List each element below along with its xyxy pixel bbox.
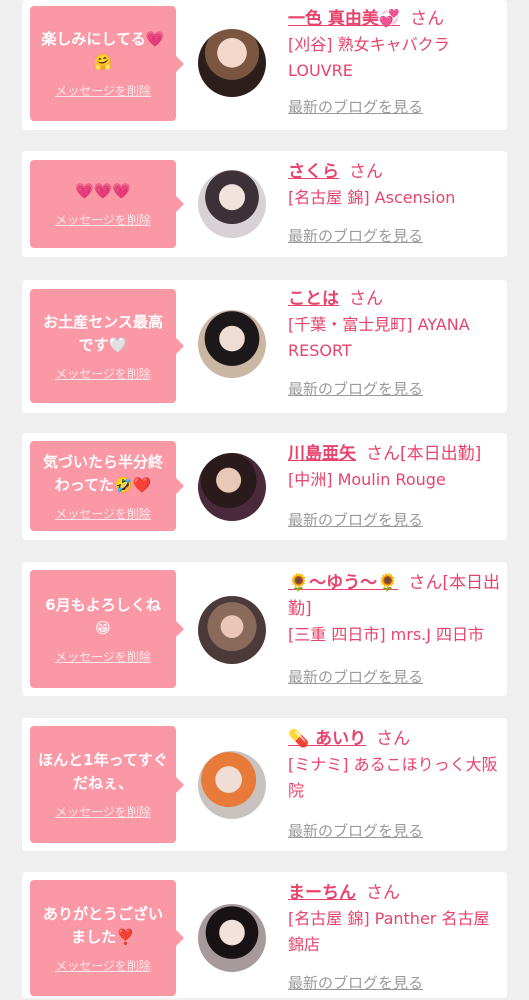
delete-message-link[interactable]: メッセージを削除 bbox=[55, 957, 151, 974]
honorific: さん bbox=[410, 9, 445, 29]
cast-name-link[interactable]: 🌻〜ゆう〜🌻 bbox=[288, 573, 398, 593]
message-bubble: 6月もよろしくね😁 メッセージを削除 bbox=[30, 570, 184, 688]
cast-name-link[interactable]: 一色 真由美💞 bbox=[288, 9, 400, 29]
delete-message-link[interactable]: メッセージを削除 bbox=[55, 82, 151, 99]
message-text: 6月もよろしくね😁 bbox=[45, 595, 161, 637]
shop-name: [三重 四日市] mrs.J 四日市 bbox=[288, 625, 485, 644]
honorific: さん bbox=[376, 729, 411, 749]
message-card: ほんと1年ってすぐだねぇ、 メッセージを削除 💊 あいり さん [ミナミ] あるこ… bbox=[22, 718, 507, 851]
avatar[interactable] bbox=[198, 596, 266, 664]
cast-name-link[interactable]: まーちん bbox=[288, 883, 356, 903]
shop-name: [中洲] Moulin Rouge bbox=[288, 470, 446, 489]
honorific: さん bbox=[349, 289, 383, 309]
shop-name: [名古屋 錦] Panther 名古屋錦店 bbox=[288, 909, 490, 954]
message-text: 💗💗💗 bbox=[74, 182, 132, 200]
latest-blog-link[interactable]: 最新のブログを見る bbox=[288, 972, 423, 993]
message-text: ほんと1年ってすぐだねぇ、 bbox=[38, 751, 168, 792]
avatar[interactable] bbox=[198, 453, 266, 521]
honorific: さん bbox=[408, 573, 443, 593]
shop-name: [千葉・富士見町] AYANA RESORT bbox=[288, 315, 470, 360]
shop-name: [名古屋 錦] Ascension bbox=[288, 188, 456, 207]
cast-name-link[interactable]: ことは bbox=[288, 289, 339, 309]
latest-blog-link[interactable]: 最新のブログを見る bbox=[288, 509, 423, 530]
message-text: 楽しみにしてる💗🤗 bbox=[41, 30, 165, 71]
message-card: 気づいたら半分終わってた🤣❤️ メッセージを削除 川島亜矢 さん[本日出勤] [中… bbox=[22, 433, 507, 540]
delete-message-link[interactable]: メッセージを削除 bbox=[55, 803, 151, 820]
message-text: お土産センス最高です🤍 bbox=[43, 312, 163, 354]
message-text: ありがとうございました❣️ bbox=[42, 904, 163, 946]
delete-message-link[interactable]: メッセージを削除 bbox=[55, 505, 151, 522]
message-bubble: 楽しみにしてる💗🤗 メッセージを削除 bbox=[30, 6, 184, 121]
message-bubble: 気づいたら半分終わってた🤣❤️ メッセージを削除 bbox=[30, 441, 184, 531]
message-card: ありがとうございました❣️ メッセージを削除 まーちん さん [名古屋 錦] Pa… bbox=[22, 872, 507, 998]
shop-name: [刈谷] 熟女キャバクラ LOUVRE bbox=[288, 35, 450, 80]
latest-blog-link[interactable]: 最新のブログを見る bbox=[288, 820, 423, 841]
message-bubble: お土産センス最高です🤍 メッセージを削除 bbox=[30, 289, 184, 403]
message-bubble: ありがとうございました❣️ メッセージを削除 bbox=[30, 880, 184, 996]
cast-name-link[interactable]: 川島亜矢 bbox=[288, 444, 356, 464]
avatar[interactable] bbox=[198, 29, 266, 97]
avatar[interactable] bbox=[198, 904, 266, 972]
honorific: さん bbox=[349, 162, 383, 182]
message-card: お土産センス最高です🤍 メッセージを削除 ことは さん [千葉・富士見町] AYA… bbox=[22, 280, 507, 413]
delete-message-link[interactable]: メッセージを削除 bbox=[55, 211, 151, 228]
latest-blog-link[interactable]: 最新のブログを見る bbox=[288, 378, 423, 399]
latest-blog-link[interactable]: 最新のブログを見る bbox=[288, 666, 423, 687]
avatar[interactable] bbox=[198, 310, 266, 378]
avatar[interactable] bbox=[198, 170, 266, 238]
message-bubble: ほんと1年ってすぐだねぇ、 メッセージを削除 bbox=[30, 726, 184, 843]
delete-message-link[interactable]: メッセージを削除 bbox=[55, 648, 151, 665]
avatar[interactable] bbox=[198, 751, 266, 819]
message-card: 💗💗💗 メッセージを削除 さくら さん [名古屋 錦] Ascension 最新の… bbox=[22, 151, 507, 257]
honorific: さん bbox=[366, 883, 400, 903]
honorific: さん bbox=[366, 444, 400, 464]
message-text: 気づいたら半分終わってた🤣❤️ bbox=[42, 452, 163, 494]
shop-name: [ミナミ] あるこほりっく大阪院 bbox=[288, 755, 498, 800]
work-status: [本日出勤] bbox=[400, 444, 482, 464]
delete-message-link[interactable]: メッセージを削除 bbox=[55, 365, 151, 382]
cast-name-link[interactable]: 💊 あいり bbox=[288, 729, 366, 749]
message-bubble: 💗💗💗 メッセージを削除 bbox=[30, 160, 184, 248]
message-card: 楽しみにしてる💗🤗 メッセージを削除 一色 真由美💞 さん [刈谷] 熟女キャバク… bbox=[22, 0, 507, 130]
cast-name-link[interactable]: さくら bbox=[288, 162, 339, 182]
message-card: 6月もよろしくね😁 メッセージを削除 🌻〜ゆう〜🌻 さん[本日出勤] [三重 四日… bbox=[22, 562, 507, 696]
latest-blog-link[interactable]: 最新のブログを見る bbox=[288, 225, 423, 246]
latest-blog-link[interactable]: 最新のブログを見る bbox=[288, 96, 423, 117]
